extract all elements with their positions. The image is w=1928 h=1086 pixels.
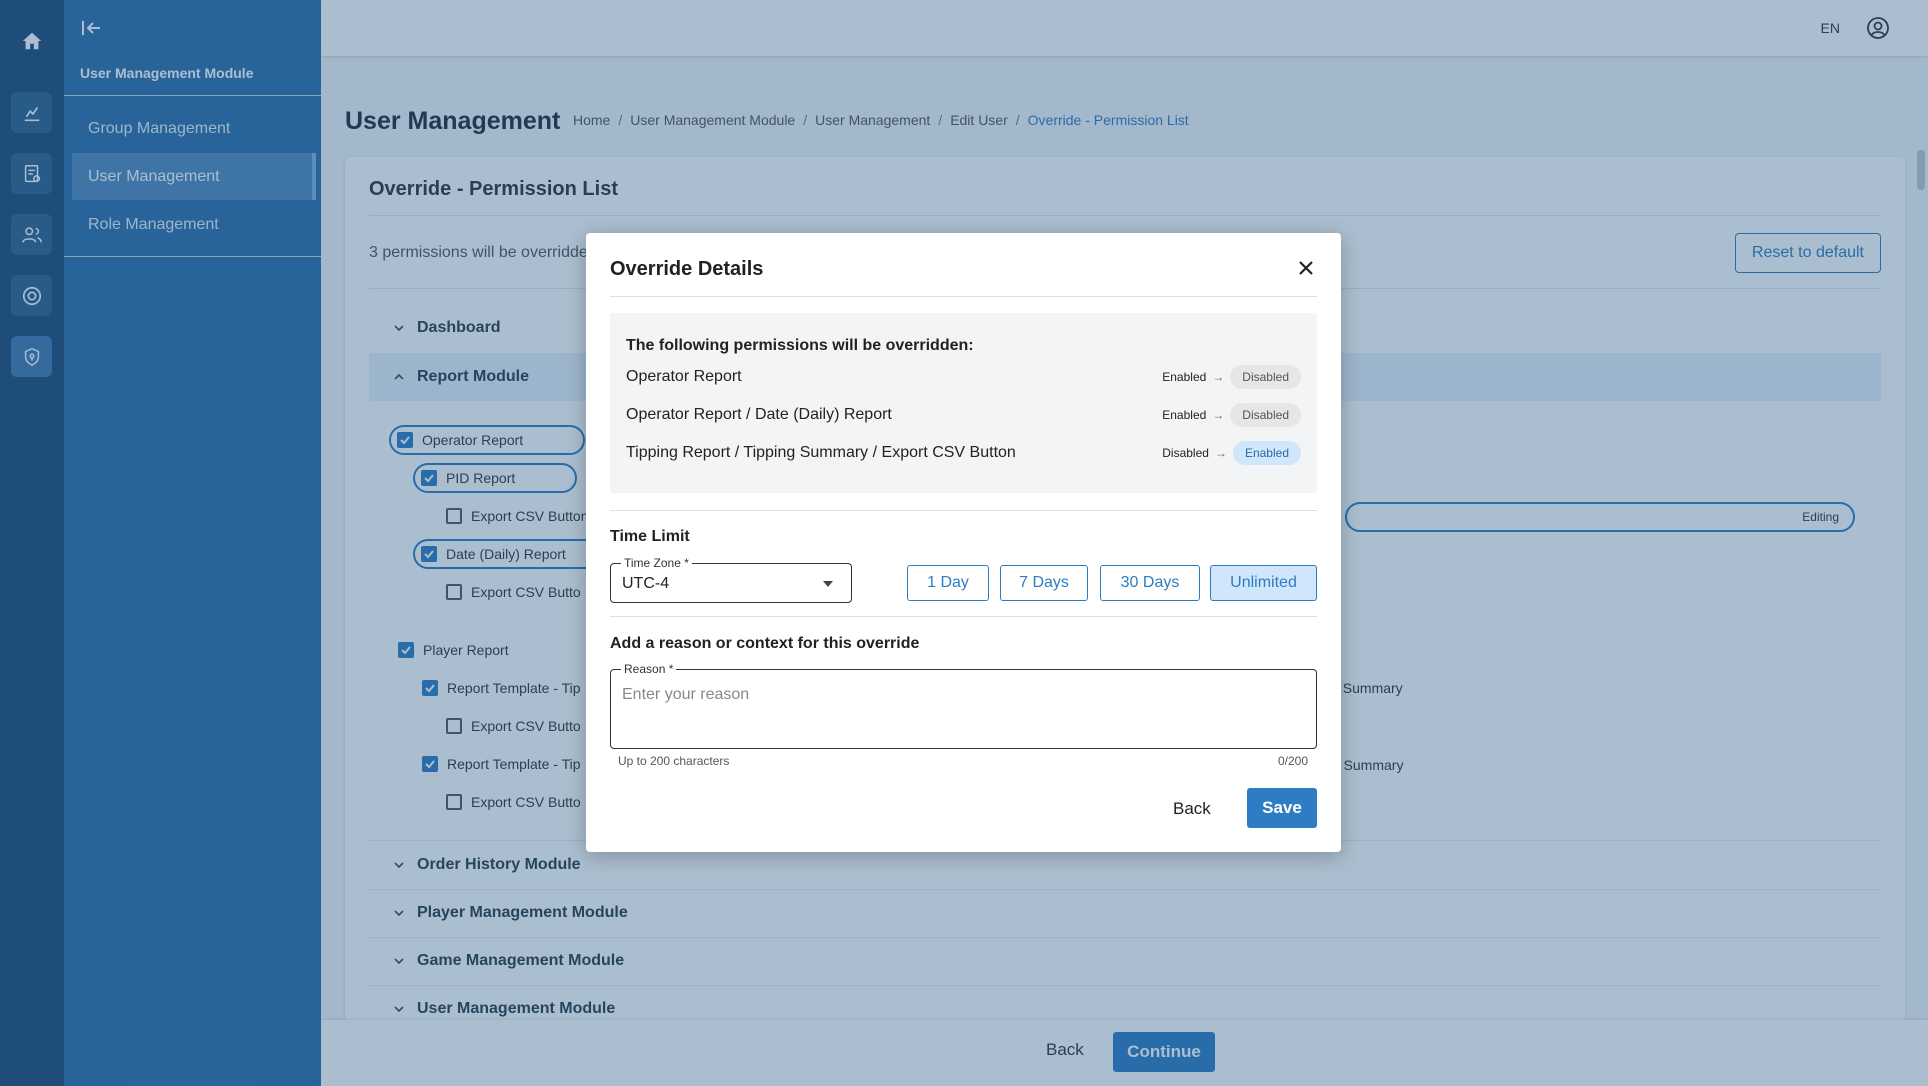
override-details-dialog: Override Details The following permissio… [586, 233, 1341, 852]
reason-char-counter: 0/200 [1277, 754, 1308, 768]
from-state: Disabled [1162, 446, 1209, 460]
divider [610, 510, 1317, 511]
arrow-right-icon: → [1212, 370, 1225, 384]
close-icon[interactable] [1297, 259, 1315, 277]
permission-changes-box: The following permissions will be overri… [610, 313, 1317, 493]
arrow-right-icon: → [1214, 446, 1227, 460]
permission-change-row: Tipping Report / Tipping Summary / Expor… [626, 441, 1301, 465]
time-limit-label: Time Limit [610, 528, 690, 545]
permission-change-row: Operator Report / Date (Daily) Report En… [626, 403, 1301, 427]
reason-section-label: Add a reason or context for this overrid… [610, 635, 920, 652]
perm-heading: The following permissions will be overri… [626, 337, 974, 354]
dialog-back-button[interactable]: Back [1173, 799, 1211, 819]
to-state-chip: Enabled [1232, 441, 1301, 465]
from-state: Enabled [1162, 408, 1207, 422]
reason-label: Reason * [621, 662, 677, 676]
dialog-save-button[interactable]: Save [1247, 788, 1317, 828]
permission-name: Operator Report [626, 368, 742, 385]
dialog-title: Override Details [610, 258, 764, 280]
arrow-right-icon: → [1212, 408, 1225, 422]
divider [610, 296, 1317, 297]
time-limit-unlimited[interactable]: Unlimited [1210, 565, 1317, 601]
to-state-chip: Disabled [1230, 403, 1301, 427]
reason-helper-text: Up to 200 characters [618, 754, 730, 768]
time-zone-value: UTC-4 [622, 575, 670, 592]
dropdown-caret-icon [823, 581, 833, 587]
permission-change-row: Operator Report Enabled → Disabled [626, 365, 1301, 389]
to-state-chip: Disabled [1230, 365, 1301, 389]
permission-name: Operator Report / Date (Daily) Report [626, 406, 892, 423]
time-limit-1-day[interactable]: 1 Day [907, 565, 989, 601]
time-limit-7-days[interactable]: 7 Days [1000, 565, 1088, 601]
time-limit-30-days[interactable]: 30 Days [1100, 565, 1200, 601]
time-zone-select[interactable]: Time Zone * UTC-4 [610, 556, 852, 603]
permission-name: Tipping Report / Tipping Summary / Expor… [626, 444, 1016, 461]
reason-field[interactable]: Reason * [610, 662, 1317, 749]
reason-input[interactable] [622, 686, 1302, 704]
from-state: Enabled [1162, 370, 1207, 384]
divider [610, 616, 1317, 617]
time-zone-label: Time Zone * [621, 556, 692, 570]
